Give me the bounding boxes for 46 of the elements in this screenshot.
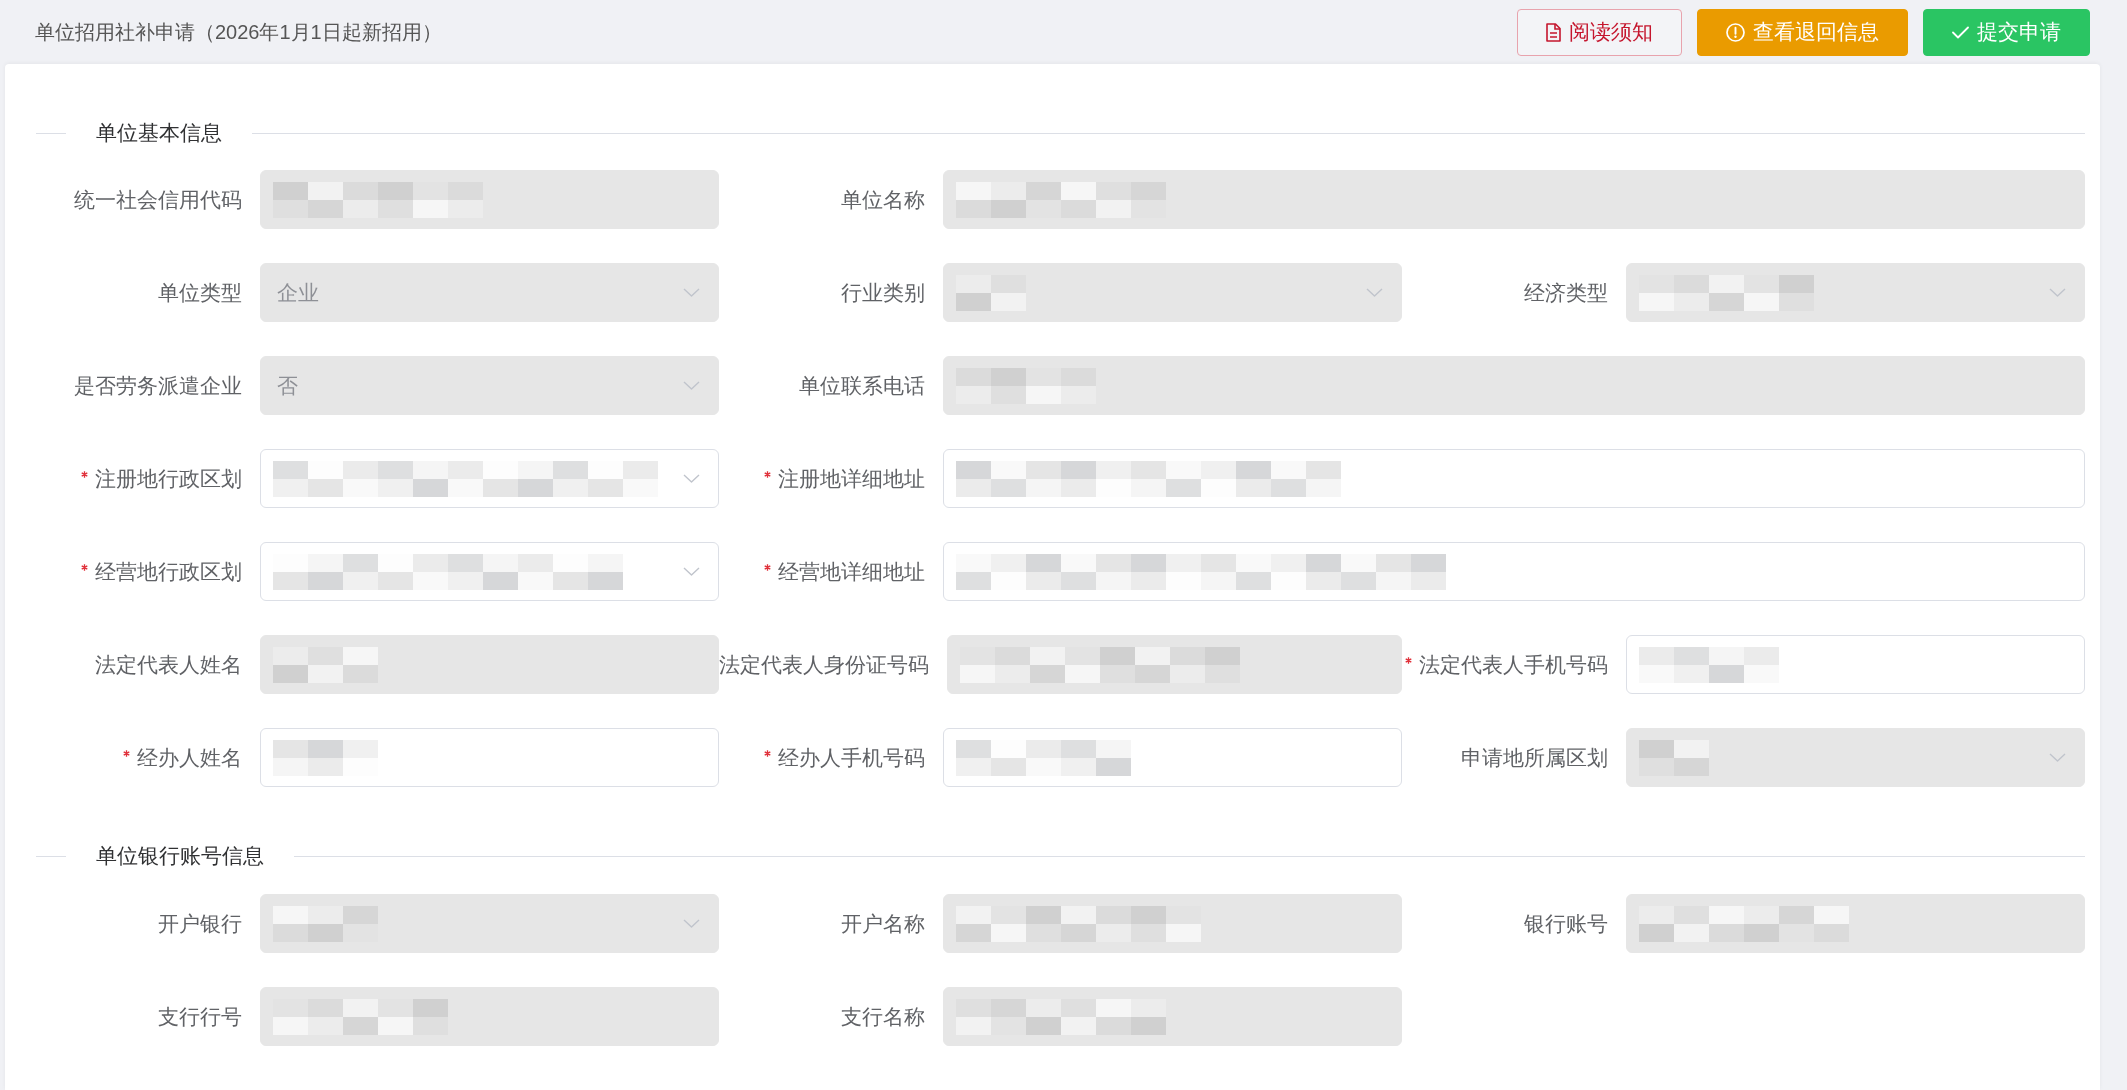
field-label: 开户名称: [841, 910, 925, 937]
field-label: 经营地详细地址: [778, 558, 925, 585]
field-label: 单位联系电话: [799, 372, 925, 399]
text-field[interactable]: [260, 728, 719, 787]
chevron-down-icon: [683, 567, 700, 576]
chevron-down-icon: [683, 474, 700, 483]
field-label: 单位类型: [158, 279, 242, 306]
chevron-down-icon: [2049, 753, 2066, 762]
field-label: 统一社会信用代码: [74, 186, 242, 213]
field-label: 银行账号: [1524, 910, 1608, 937]
text-field[interactable]: [943, 542, 2085, 601]
field-label: 开户银行: [158, 910, 242, 937]
text-field[interactable]: [943, 449, 2085, 508]
dropdown-field[interactable]: [260, 449, 719, 508]
check-icon: [1952, 25, 1969, 39]
chevron-down-icon: [1366, 288, 1383, 297]
field-label: 注册地行政区划: [95, 465, 242, 492]
text-field[interactable]: [943, 728, 1402, 787]
page-title: 单位招用社补申请（2026年1月1日起新招用）: [35, 20, 442, 45]
exclamation-circle-icon: [1726, 22, 1745, 42]
field-label: 申请地所属区划: [1461, 744, 1608, 771]
field-label: 单位名称: [841, 186, 925, 213]
field-label: 法定代表人身份证号码: [719, 651, 929, 678]
field-label: 经济类型: [1524, 279, 1608, 306]
document-icon: [1546, 22, 1561, 42]
field-label: 经办人手机号码: [778, 744, 925, 771]
section-title: 单位银行账号信息: [95, 843, 265, 870]
field-label: 注册地详细地址: [778, 465, 925, 492]
field-label: 法定代表人姓名: [95, 651, 242, 678]
chevron-down-icon: [683, 919, 700, 928]
chevron-down-icon: [683, 288, 700, 297]
section-title: 单位基本信息: [95, 120, 223, 147]
field-label: 法定代表人手机号码: [1419, 651, 1608, 678]
field-label: 是否劳务派遣企业: [74, 372, 242, 399]
submit-button[interactable]: 提交申请: [1923, 8, 2090, 56]
field-label: 经营地行政区划: [95, 558, 242, 585]
field-label: 经办人姓名: [137, 744, 242, 771]
view-return-info-button[interactable]: 查看退回信息: [1697, 8, 1908, 56]
chevron-down-icon: [683, 381, 700, 390]
chevron-down-icon: [2049, 288, 2066, 297]
text-field[interactable]: [1626, 635, 2085, 694]
notice-button[interactable]: 阅读须知: [1517, 8, 1682, 56]
field-label: 支行名称: [841, 1003, 925, 1030]
dropdown-field[interactable]: [260, 542, 719, 601]
field-label: 支行行号: [158, 1003, 242, 1030]
field-label: 行业类别: [841, 279, 925, 306]
